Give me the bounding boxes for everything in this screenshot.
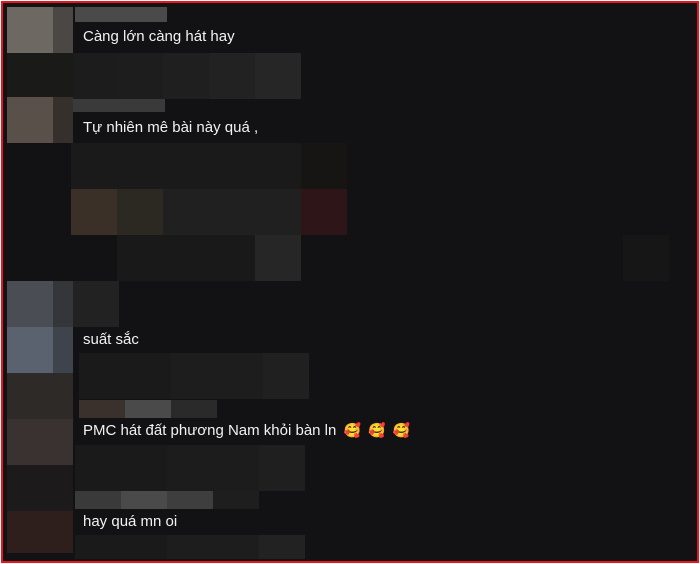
username-blurred xyxy=(213,491,259,509)
username-blurred xyxy=(79,400,125,418)
username-blurred xyxy=(167,491,213,509)
blurred-block xyxy=(71,143,301,189)
comment-text: hay quá mn oi xyxy=(83,513,178,530)
blurred-block xyxy=(73,281,119,327)
username-blurred xyxy=(125,400,171,418)
smiling-face-with-hearts-icon: 🥰 xyxy=(368,423,386,439)
avatar-blurred xyxy=(7,373,73,419)
comment-thread-screenshot: Càng lớn càng hát hay Tự nhiên mê bài nà… xyxy=(1,1,699,563)
username-blurred xyxy=(75,491,121,509)
comment-actions-blurred xyxy=(71,53,301,99)
comment-actions-blurred xyxy=(75,445,305,491)
comment-text: Càng lớn càng hát hay xyxy=(83,28,235,45)
comment-actions-blurred xyxy=(75,535,305,559)
avatar-blurred xyxy=(7,465,73,511)
username-blurred xyxy=(171,400,217,418)
avatar-blurred xyxy=(7,327,73,373)
avatar-blurred xyxy=(7,7,73,53)
comment-body: PMC hát đất phương Nam khỏi bàn ln xyxy=(83,422,337,439)
smiling-face-with-hearts-icon: 🥰 xyxy=(343,423,361,439)
smiling-face-with-hearts-icon: 🥰 xyxy=(392,423,411,439)
comment-text: suất sắc xyxy=(83,331,139,348)
blurred-block xyxy=(255,235,301,281)
avatar-blurred xyxy=(7,281,73,327)
blurred-block xyxy=(301,189,347,235)
blurred-block xyxy=(71,189,117,235)
blurred-block xyxy=(623,235,669,281)
blurred-block xyxy=(163,189,301,235)
avatar-blurred xyxy=(7,511,73,553)
comment-text: Tự nhiên mê bài này quá , xyxy=(83,119,259,136)
avatar-blurred xyxy=(7,97,73,143)
username-blurred xyxy=(73,99,165,112)
comment-text: PMC hát đất phương Nam khỏi bàn ln 🥰 🥰 🥰 xyxy=(83,421,410,441)
username-blurred xyxy=(75,7,167,22)
avatar-blurred xyxy=(7,53,73,99)
username-blurred xyxy=(121,491,167,509)
avatar-blurred xyxy=(7,419,73,465)
blurred-block xyxy=(117,189,163,235)
comment-actions-blurred xyxy=(79,353,309,399)
blurred-block xyxy=(301,143,347,189)
